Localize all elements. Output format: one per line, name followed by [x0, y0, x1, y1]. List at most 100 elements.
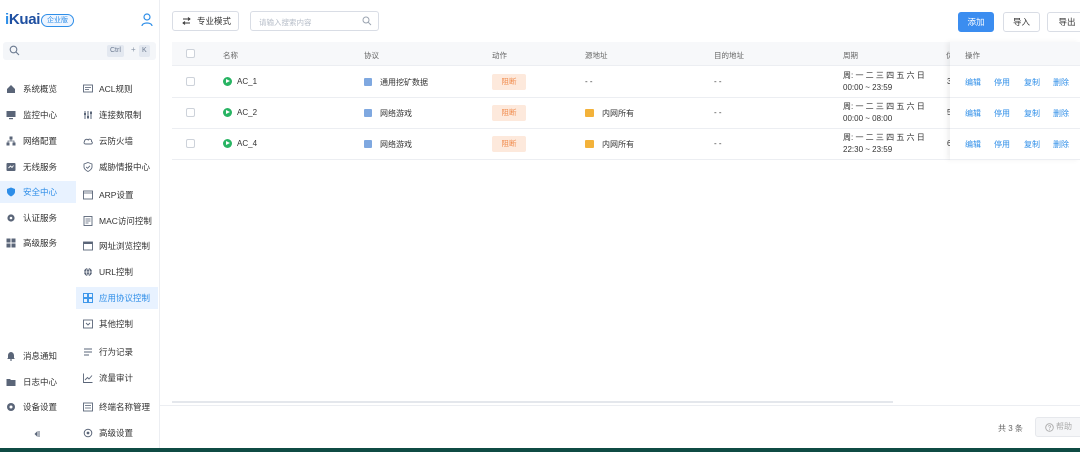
subnav-item-other-control[interactable]: 其他控制 — [76, 313, 158, 335]
logo-row: iKuai 企业版 — [0, 0, 160, 40]
table-row: AC_1 通用挖矿数据 阻断 - - - - 周: 一 二 三 四 五 六 日 … — [172, 67, 1080, 98]
chart-icon — [83, 373, 93, 383]
disable-link[interactable]: 停用 — [994, 139, 1010, 150]
collapse-sidebar-icon[interactable] — [31, 429, 41, 439]
rule-name: AC_4 — [237, 139, 258, 148]
horizontal-scrollbar[interactable] — [172, 401, 893, 403]
col-operations: 操作 — [965, 51, 980, 60]
delete-link[interactable]: 删除 — [1053, 139, 1069, 150]
rule-period-days: 周: 一 二 三 四 五 六 日 — [843, 102, 925, 111]
subnav-item-cloud-firewall[interactable]: 云防火墙 — [76, 130, 158, 152]
select-all-checkbox[interactable] — [186, 49, 195, 58]
subnav-item-web-browse[interactable]: 网址浏览控制 — [76, 235, 158, 257]
grid-icon — [6, 238, 16, 248]
gear-icon — [7, 214, 15, 222]
edition-badge: 企业版 — [41, 14, 74, 27]
row-checkbox[interactable] — [186, 139, 195, 148]
shortcut-ctrl: Ctrl — [107, 45, 124, 57]
search-icon — [9, 45, 20, 56]
nav-item-monitor[interactable]: 监控中心 — [0, 104, 76, 126]
subnav-item-threat-intel[interactable]: 威胁情报中心 — [76, 156, 158, 178]
edit-link[interactable]: 编辑 — [965, 108, 981, 119]
enabled-status-icon — [223, 77, 232, 86]
pro-mode-button[interactable]: 专业模式 — [172, 11, 239, 31]
protocol-icon — [364, 140, 372, 148]
subnav-item-acl[interactable]: ACL规则 — [76, 78, 158, 100]
subnav-item-advanced-settings[interactable]: 高级设置 — [76, 422, 158, 444]
col-protocol: 协议 — [364, 51, 379, 60]
add-button[interactable]: 添加 — [958, 12, 994, 32]
rule-destination: - - — [714, 77, 722, 86]
other-icon — [83, 319, 93, 329]
protocol-icon — [364, 78, 372, 86]
ikuai-logo[interactable]: iKuai — [5, 11, 40, 28]
copy-link[interactable]: 复制 — [1024, 77, 1040, 88]
shield-icon — [7, 187, 15, 197]
protocol-icon — [364, 109, 372, 117]
copy-link[interactable]: 复制 — [1024, 139, 1040, 150]
row-checkbox[interactable] — [186, 108, 195, 117]
rule-search-input[interactable]: 请输入搜索内容 — [250, 11, 379, 31]
edit-link[interactable]: 编辑 — [965, 139, 981, 150]
nav-item-security[interactable]: 安全中心 — [0, 181, 76, 203]
rule-source: 内网所有 — [602, 109, 634, 118]
rule-source: 内网所有 — [602, 140, 634, 149]
shortcut-key: K — [139, 45, 150, 57]
terminal-icon — [83, 402, 93, 412]
settings-icon — [7, 403, 15, 411]
col-source: 源地址 — [585, 51, 608, 60]
nav-item-wireless[interactable]: 无线服务 — [0, 156, 76, 178]
col-destination: 目的地址 — [714, 51, 744, 60]
rule-period-time: 00:00 ~ 23:59 — [843, 83, 893, 92]
delete-link[interactable]: 删除 — [1053, 108, 1069, 119]
footer-divider — [160, 405, 1080, 406]
url-icon — [84, 267, 92, 277]
subnav-item-app-protocol[interactable]: 应用协议控制 — [76, 287, 158, 309]
action-tag: 阻断 — [492, 74, 526, 90]
record-icon — [84, 348, 92, 356]
subnav-item-behavior-log[interactable]: 行为记录 — [76, 341, 158, 363]
user-icon[interactable] — [141, 13, 153, 27]
bell-icon — [7, 352, 15, 361]
export-button[interactable]: 导出 — [1047, 12, 1080, 32]
subnav-item-traffic-audit[interactable]: 流量审计 — [76, 367, 158, 389]
delete-link[interactable]: 删除 — [1053, 77, 1069, 88]
disable-link[interactable]: 停用 — [994, 108, 1010, 119]
nav-item-network[interactable]: 网络配置 — [0, 130, 76, 152]
rule-protocol: 通用挖矿数据 — [380, 78, 428, 87]
nav-item-auth[interactable]: 认证服务 — [0, 207, 76, 229]
subnav-item-arp[interactable]: ARP设置 — [76, 184, 158, 206]
subnav-item-terminal-names[interactable]: 终端名称管理 — [76, 396, 158, 418]
rule-protocol: 网络游戏 — [380, 109, 412, 118]
monitor-icon — [6, 111, 16, 120]
apps-icon — [83, 293, 93, 303]
rule-name: AC_2 — [237, 108, 258, 117]
rule-name: AC_1 — [237, 77, 258, 86]
enabled-status-icon — [223, 139, 232, 148]
subnav-item-conn-limit[interactable]: 连接数限制 — [76, 104, 158, 126]
col-period: 周期 — [843, 51, 858, 60]
operations-column: 操作 编辑 停用 复制 删除 编辑 停用 复制 删除 编辑 停用 复制 删除 — [950, 42, 1080, 160]
import-button[interactable]: 导入 — [1003, 12, 1040, 32]
nav-item-overview[interactable]: 系统概览 — [0, 78, 76, 100]
nav-item-notifications[interactable]: 消息通知 — [0, 345, 76, 367]
row-checkbox[interactable] — [186, 77, 195, 86]
mac-icon — [83, 216, 93, 226]
nav-item-advanced[interactable]: 高级服务 — [0, 232, 76, 254]
action-tag: 阻断 — [492, 136, 526, 152]
subnav-item-url-control[interactable]: URL控制 — [76, 261, 158, 283]
nav-item-logs[interactable]: 日志中心 — [0, 371, 76, 393]
copy-link[interactable]: 复制 — [1024, 108, 1040, 119]
edit-link[interactable]: 编辑 — [965, 77, 981, 88]
nav-item-device-settings[interactable]: 设备设置 — [0, 396, 76, 418]
help-button[interactable]: 帮助 — [1035, 417, 1080, 437]
home-icon — [7, 85, 15, 93]
col-action: 动作 — [492, 51, 507, 60]
bottom-edge-bar — [0, 448, 1080, 452]
table-header: 名称 协议 动作 源地址 目的地址 周期 优 — [172, 42, 1080, 66]
disable-link[interactable]: 停用 — [994, 77, 1010, 88]
arp-icon — [83, 190, 93, 200]
subnav-item-mac-access[interactable]: MAC访问控制 — [76, 210, 158, 232]
menu-search-input[interactable]: Ctrl + K — [3, 42, 156, 60]
rule-destination: - - — [714, 108, 722, 117]
